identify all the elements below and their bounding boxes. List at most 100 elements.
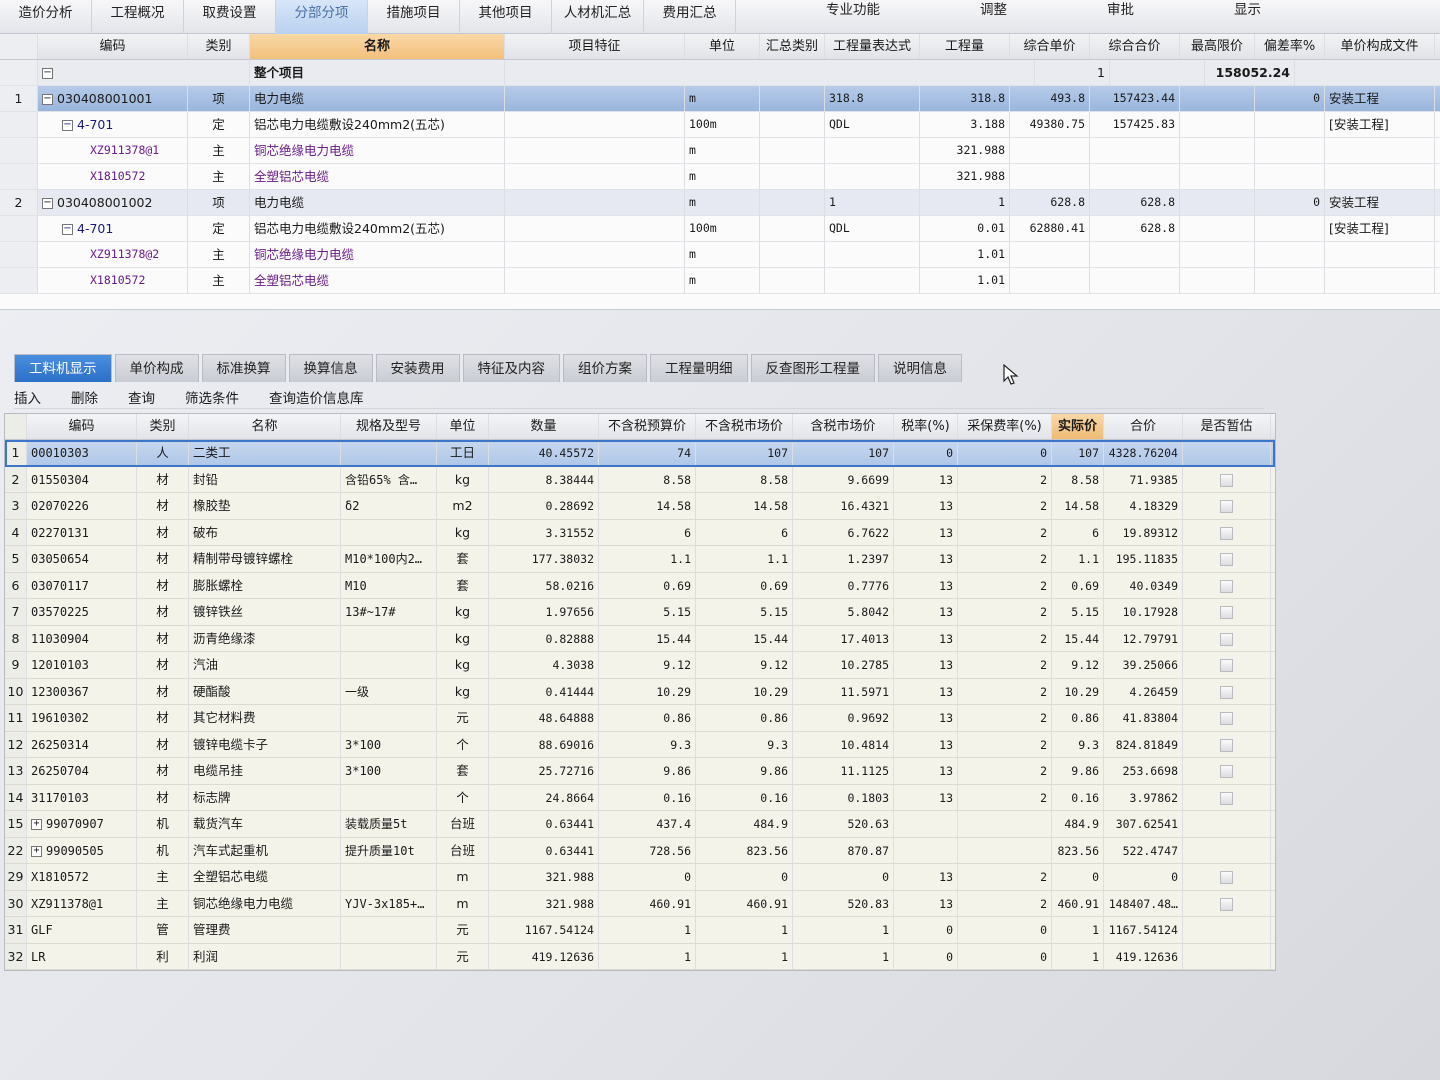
resource-cell-code[interactable]: 03050654: [27, 546, 137, 572]
resource-cell-market[interactable]: 107: [696, 440, 793, 466]
resource-cell-spec[interactable]: 3*100: [341, 731, 437, 757]
resource-row[interactable]: 32 LR 利利润元 419.12636 1 1 1 0 0 1 419.12636: [5, 943, 1275, 970]
resource-cell-market_tax[interactable]: 5.8042: [793, 599, 894, 625]
resource-cell-actual[interactable]: 15.44: [1052, 625, 1104, 651]
resource-cell-tax[interactable]: 13: [894, 678, 958, 704]
resource-cell-unit[interactable]: kg: [437, 519, 489, 545]
resource-cell-fee[interactable]: 2: [958, 652, 1052, 678]
resource-header-10[interactable]: 采保费率(%): [958, 414, 1052, 439]
resource-cell-market[interactable]: 14.58: [696, 493, 793, 519]
resource-row[interactable]: 4 02270131 材破布 kg 3.31552 6 6 6.7622 13 2 6 19.8931…: [5, 519, 1275, 546]
toolbar-button-1[interactable]: 删除: [71, 387, 98, 407]
resource-cell-market_tax[interactable]: 10.2785: [793, 652, 894, 678]
resource-cell-name[interactable]: 镀锌铁丝: [189, 599, 341, 625]
resource-cell-budget[interactable]: 1: [599, 943, 696, 969]
resource-cell-market[interactable]: 460.91: [696, 890, 793, 916]
resource-header-12[interactable]: 合价: [1104, 414, 1183, 439]
summary-row[interactable]: − 整个项目 1 158052.24: [0, 60, 1440, 86]
resource-cell-total[interactable]: 40.0349: [1104, 572, 1183, 598]
resource-cell-fee[interactable]: 2: [958, 678, 1052, 704]
resource-cell-code[interactable]: +99070907: [27, 811, 137, 837]
item-cell-name[interactable]: 电力电缆: [250, 86, 505, 111]
resource-row[interactable]: 14 31170103 材标志牌个 24.8664 0.16 0.16 0.1803 13 2 0…: [5, 784, 1275, 811]
resource-header-1[interactable]: 类别: [137, 414, 189, 439]
resource-cell-market_tax[interactable]: 10.4814: [793, 731, 894, 757]
resource-row[interactable]: 30 XZ911378@1 主铜芯绝缘电力电缆 YJV-3x185+… m 321.988…: [5, 890, 1275, 917]
minus-box-icon[interactable]: −: [42, 198, 53, 209]
resource-header-13[interactable]: 是否暂估: [1183, 414, 1271, 439]
resource-cell-total[interactable]: 4.26459: [1104, 678, 1183, 704]
resource-cell-actual[interactable]: 0.86: [1052, 705, 1104, 731]
resource-cell-chk[interactable]: [1183, 784, 1271, 810]
resource-cell-market_tax[interactable]: 107: [793, 440, 894, 466]
resource-cell-total[interactable]: 0: [1104, 864, 1183, 890]
resource-cell-qty[interactable]: 0.63441: [489, 811, 599, 837]
item-header-3[interactable]: 项目特征: [505, 34, 685, 59]
resource-cell-unit[interactable]: m2: [437, 493, 489, 519]
resource-cell-spec[interactable]: δ2: [341, 493, 437, 519]
resource-cell-code[interactable]: 19610302: [27, 705, 137, 731]
resource-cell-market_tax[interactable]: 520.63: [793, 811, 894, 837]
resource-cell-unit[interactable]: m: [437, 864, 489, 890]
resource-cell-fee[interactable]: 2: [958, 625, 1052, 651]
resource-cell-name[interactable]: 全塑铝芯电缆: [189, 864, 341, 890]
resource-cell-spec[interactable]: 一级: [341, 678, 437, 704]
resource-cell-tax[interactable]: 13: [894, 758, 958, 784]
detail-tab-2[interactable]: 标准换算: [201, 354, 286, 382]
resource-cell-unit[interactable]: kg: [437, 625, 489, 651]
resource-cell-fee[interactable]: [958, 811, 1052, 837]
item-cell-name[interactable]: 铜芯绝缘电力电缆: [250, 138, 505, 163]
estimate-checkbox[interactable]: [1220, 632, 1233, 646]
resource-cell-market[interactable]: 1.1: [696, 546, 793, 572]
resource-cell-market_tax[interactable]: 9.6699: [793, 466, 894, 492]
resource-cell-actual[interactable]: 6: [1052, 519, 1104, 545]
resource-cell-qty[interactable]: 0.28692: [489, 493, 599, 519]
resource-row[interactable]: 15 +99070907 机载货汽车 装载质量5t 台班 0.63441 437.4 484.…: [5, 811, 1275, 838]
resource-cell-qty[interactable]: 321.988: [489, 890, 599, 916]
resource-cell-unit[interactable]: 元: [437, 943, 489, 969]
resource-cell-market_tax[interactable]: 11.1125: [793, 758, 894, 784]
resource-cell-name[interactable]: 精制带母镀锌螺栓: [189, 546, 341, 572]
menu-tab-4[interactable]: 措施项目: [368, 0, 460, 34]
resource-cell-unit[interactable]: 台班: [437, 811, 489, 837]
resource-row[interactable]: 1 00010303 人二类工 工日 40.45572 74 107 107 0 0 107 4328…: [5, 440, 1275, 467]
resource-cell-fee[interactable]: 0: [958, 917, 1052, 943]
resource-row[interactable]: 5 03050654 材精制带母镀锌螺栓 M10*100内2… 套 177.38032 1.…: [5, 546, 1275, 573]
detail-tab-9[interactable]: 说明信息: [878, 354, 962, 382]
resource-cell-market_tax[interactable]: 1.2397: [793, 546, 894, 572]
resource-cell-market_tax[interactable]: 870.87: [793, 837, 894, 863]
resource-row[interactable]: 8 11030904 材沥青绝缘漆 kg 0.82888 15.44 15.44 17.401…: [5, 625, 1275, 652]
resource-cell-qty[interactable]: 0.63441: [489, 837, 599, 863]
resource-cell-chk[interactable]: [1183, 546, 1271, 572]
detail-tab-1[interactable]: 单价构成: [114, 354, 199, 382]
resource-header-9[interactable]: 税率(%): [894, 414, 958, 439]
minus-box-icon[interactable]: −: [62, 224, 73, 235]
resource-cell-spec[interactable]: 含铅65% 含…: [341, 466, 437, 492]
resource-cell-tax[interactable]: 0: [894, 440, 958, 466]
resource-cell-total[interactable]: 307.62541: [1104, 811, 1183, 837]
resource-cell-unit[interactable]: 套: [437, 546, 489, 572]
resource-cell-name[interactable]: 铜芯绝缘电力电缆: [189, 890, 341, 916]
resource-cell-total[interactable]: 522.4747: [1104, 837, 1183, 863]
estimate-checkbox[interactable]: [1220, 765, 1233, 778]
resource-cell-name[interactable]: 封铅: [189, 466, 341, 492]
resource-cell-total[interactable]: 824.81849: [1104, 731, 1183, 757]
menu-right-1[interactable]: 调整: [930, 0, 1057, 34]
resource-row[interactable]: 7 03570225 材镀锌铁丝 13#~17# kg 1.97656 5.15 5.15 5.…: [5, 599, 1275, 626]
resource-cell-spec[interactable]: M10*100内2…: [341, 546, 437, 572]
resource-cell-chk[interactable]: [1183, 625, 1271, 651]
resource-cell-unit[interactable]: kg: [437, 652, 489, 678]
resource-cell-budget[interactable]: 460.91: [599, 890, 696, 916]
resource-cell-total[interactable]: 19.89312: [1104, 519, 1183, 545]
resource-cell-tax[interactable]: 13: [894, 625, 958, 651]
resource-cell-total[interactable]: 3.97862: [1104, 784, 1183, 810]
resource-cell-tax[interactable]: 13: [894, 652, 958, 678]
resource-cell-total[interactable]: 4328.76204: [1104, 440, 1183, 466]
resource-cell-total[interactable]: 71.9385: [1104, 466, 1183, 492]
item-header-9[interactable]: 综合合价: [1090, 34, 1180, 59]
item-cell-name[interactable]: 全塑铝芯电缆: [250, 164, 505, 189]
resource-cell-code[interactable]: LR: [27, 943, 137, 969]
minus-box-icon[interactable]: −: [62, 120, 73, 131]
resource-cell-actual[interactable]: 823.56: [1052, 837, 1104, 863]
resource-cell-total[interactable]: 10.17928: [1104, 599, 1183, 625]
